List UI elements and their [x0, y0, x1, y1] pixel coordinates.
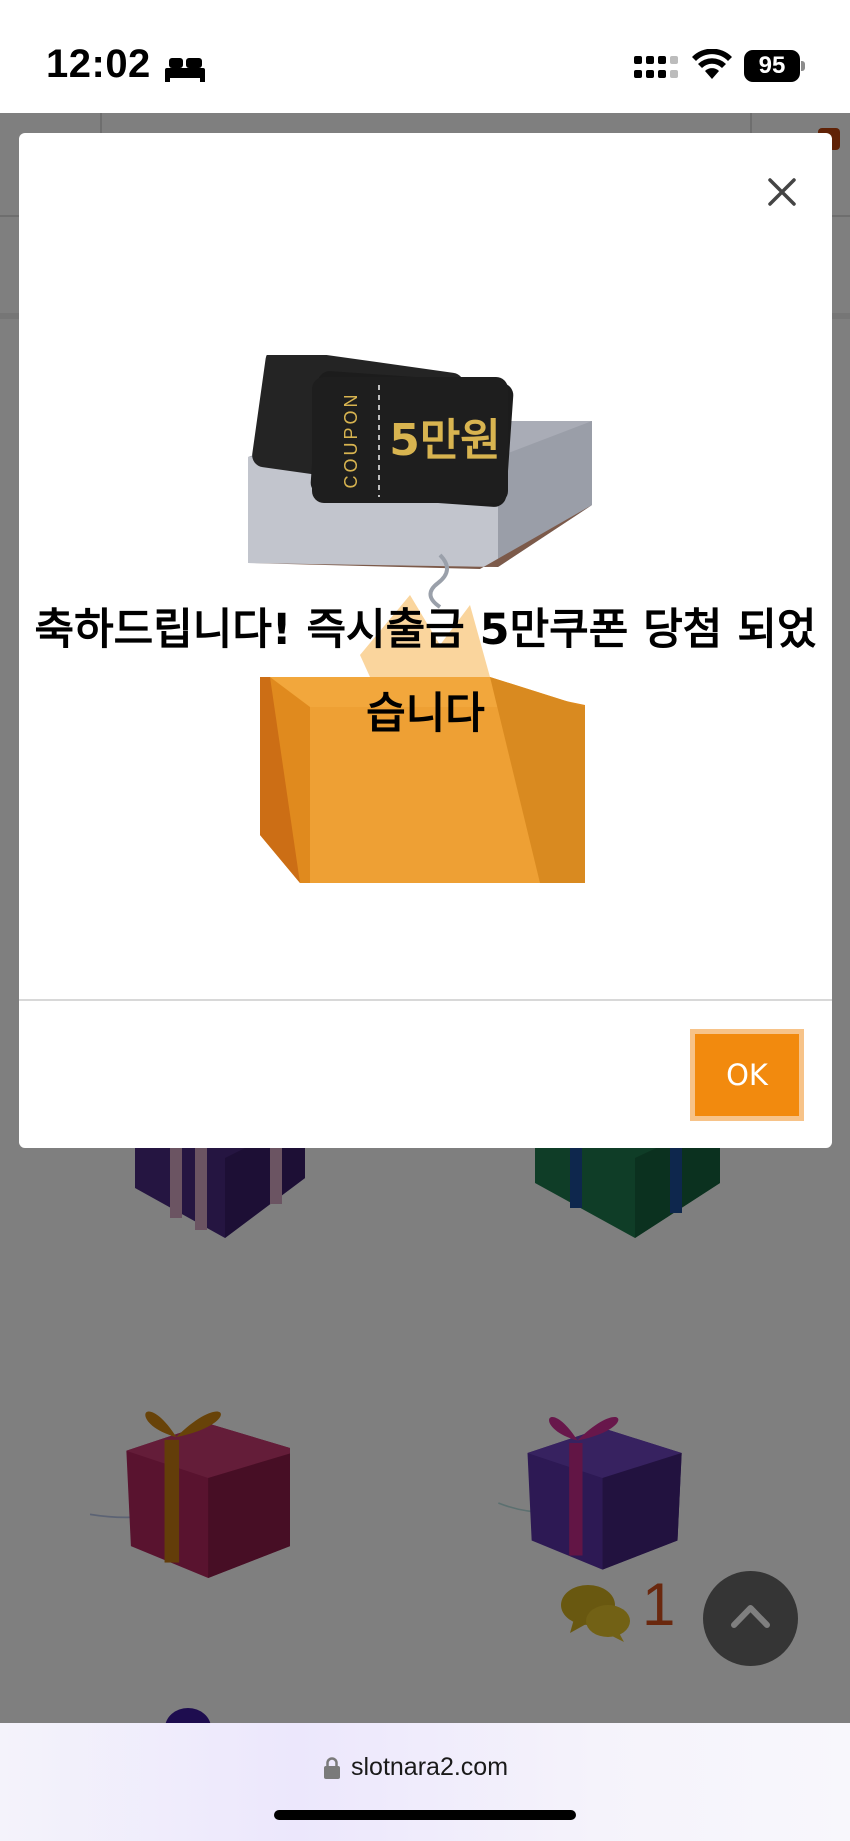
home-indicator[interactable]	[274, 1810, 576, 1820]
lock-icon	[324, 1757, 340, 1779]
battery-level: 95	[758, 52, 786, 79]
wifi-icon	[692, 49, 732, 79]
close-icon[interactable]	[762, 172, 802, 212]
bed-icon	[165, 58, 205, 82]
battery-indicator: 95	[744, 50, 805, 82]
coupon-amount: 5만원	[389, 415, 501, 466]
prize-message: 축하드립니다! 즉시출금 5만쿠폰 당첨 되었습니다	[34, 605, 817, 739]
status-bar: 12:02 95	[0, 0, 850, 113]
coupon-side-label: COUPON	[341, 391, 361, 488]
status-time: 12:02	[46, 42, 151, 86]
modal-footer-divider	[19, 999, 832, 1001]
url-text[interactable]: slotnara2.com	[351, 1750, 508, 1784]
ok-button[interactable]: OK	[690, 1029, 804, 1121]
cellular-signal-icon	[634, 56, 678, 78]
